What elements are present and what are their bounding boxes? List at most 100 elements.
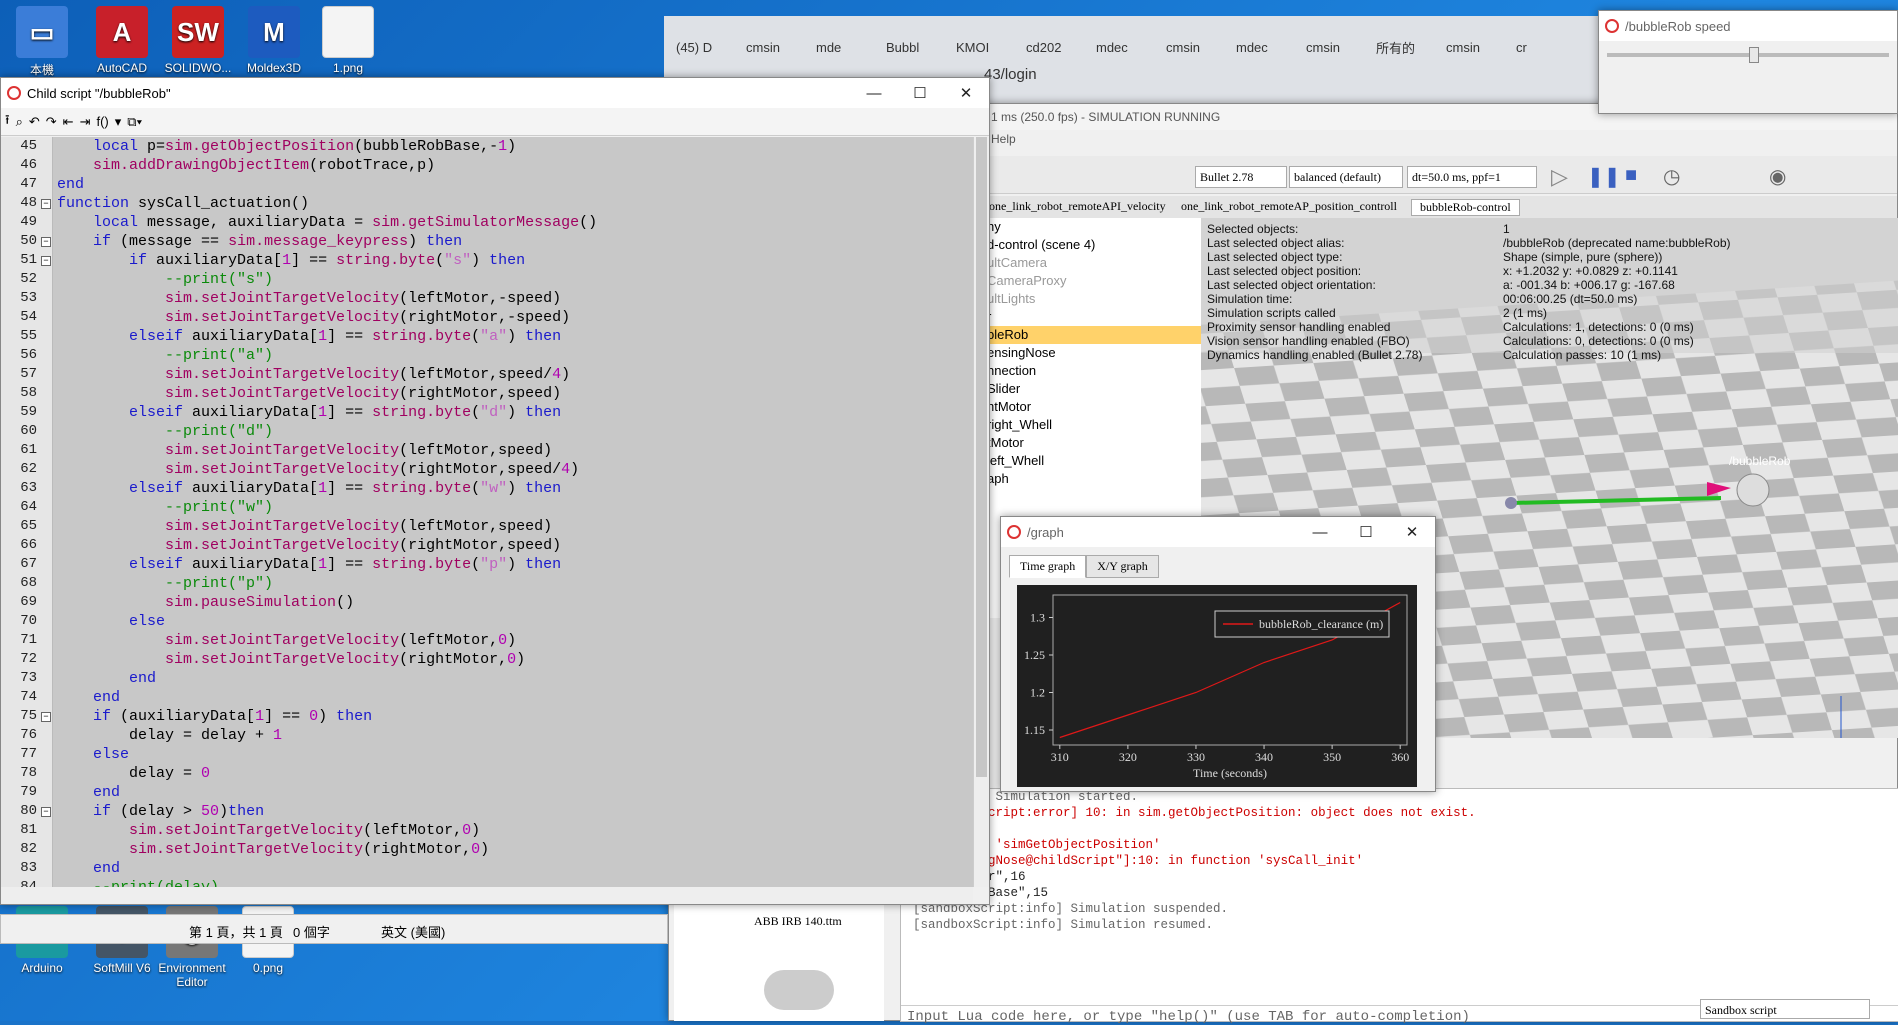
moldex3d-icon[interactable]: M Moldex3D [232, 6, 316, 75]
code-line[interactable]: 79 end [1, 783, 973, 802]
export-icon[interactable]: ⭱ [5, 111, 10, 133]
browser-tab[interactable]: (45) D [676, 30, 712, 64]
hierarchy-item[interactable] [987, 488, 1208, 506]
vertical-scrollbar[interactable] [973, 137, 989, 887]
hierarchy-item[interactable]: ultCamera [987, 254, 1208, 272]
scene-tab-2[interactable]: one_link_robot_remoteAP_position_control… [1181, 199, 1397, 214]
browser-tab[interactable]: KMOI [956, 30, 989, 64]
play-icon[interactable]: ▷ [1551, 164, 1568, 190]
hierarchy-item[interactable]: aph [987, 470, 1208, 488]
code-line[interactable]: 83 end [1, 859, 973, 878]
function-list-button[interactable]: f() [96, 114, 108, 129]
hierarchy-item[interactable]: ensingNose [987, 344, 1208, 362]
code-line[interactable]: 76 delay = delay + 1 [1, 726, 973, 745]
this-pc-icon[interactable]: ▭ 本機 [0, 6, 84, 78]
hierarchy-item[interactable]: tMotor [987, 434, 1208, 452]
model-label[interactable]: ABB IRB 140.ttm [754, 914, 842, 929]
code-line[interactable]: 46 sim.addDrawingObjectItem(robotTrace,p… [1, 156, 973, 175]
hierarchy-item[interactable]: nnection [987, 362, 1208, 380]
browser-tab[interactable]: Bubbl [886, 30, 919, 64]
undo-icon[interactable]: ↶ [29, 114, 40, 130]
browser-tab[interactable]: cmsin [1306, 30, 1340, 64]
code-line[interactable]: 59 elseif auxiliaryData[1] == string.byt… [1, 403, 973, 422]
fold-toggle-icon[interactable]: − [41, 712, 51, 722]
maximize-icon[interactable]: ☐ [1343, 517, 1389, 547]
horizontal-scrollbar[interactable] [1, 887, 973, 904]
browser-tab[interactable]: mde [816, 30, 841, 64]
stop-icon[interactable]: ■ [1625, 164, 1637, 187]
browser-tab[interactable]: mdec [1236, 30, 1268, 64]
browser-tab[interactable]: cmsin [1446, 30, 1480, 64]
solidworks-icon[interactable]: SW SOLIDWO... [156, 6, 240, 75]
code-line[interactable]: 65 sim.setJointTargetVelocity(leftMotor,… [1, 517, 973, 536]
hierarchy-item[interactable]: hy [987, 218, 1208, 236]
code-line[interactable]: 58 sim.setJointTargetVelocity(rightMotor… [1, 384, 973, 403]
code-line[interactable]: 81 sim.setJointTargetVelocity(leftMotor,… [1, 821, 973, 840]
scene-tab-1[interactable]: one_link_robot_remoteAPI_velocity [989, 199, 1166, 214]
code-line[interactable]: 66 sim.setJointTargetVelocity(rightMotor… [1, 536, 973, 555]
code-line[interactable]: 57 sim.setJointTargetVelocity(leftMotor,… [1, 365, 973, 384]
code-line[interactable]: 45 local p=sim.getObjectPosition(bubbleR… [1, 137, 973, 156]
code-line[interactable]: 49 local message, auxiliaryData = sim.ge… [1, 213, 973, 232]
hierarchy-item[interactable]: ultLights [987, 290, 1208, 308]
browser-tab[interactable]: 所有的 [1376, 30, 1415, 64]
engine-select[interactable]: Bullet 2.78 [1195, 166, 1287, 188]
timestep-select[interactable]: dt=50.0 ms, ppf=1 [1407, 166, 1537, 188]
code-line[interactable]: 82 sim.setJointTargetVelocity(rightMotor… [1, 840, 973, 859]
fold-toggle-icon[interactable]: − [41, 237, 51, 247]
tab-time-graph[interactable]: Time graph [1009, 555, 1087, 578]
hierarchy-item[interactable]: CameraProxy [987, 272, 1208, 290]
maximize-icon[interactable]: ☐ [897, 78, 943, 108]
code-area[interactable]: 45 local p=sim.getObjectPosition(bubbleR… [1, 137, 973, 887]
autocad-icon[interactable]: A AutoCAD [80, 6, 164, 75]
code-line[interactable]: 54 sim.setJointTargetVelocity(rightMotor… [1, 308, 973, 327]
indent-icon[interactable]: ⇥ [80, 114, 91, 130]
hierarchy-item[interactable]: d-control (scene 4) [987, 236, 1208, 254]
code-line[interactable]: 77 else [1, 745, 973, 764]
eye-icon[interactable]: ◉ [1769, 164, 1786, 189]
hierarchy-item[interactable]: htMotor [987, 398, 1208, 416]
accuracy-select[interactable]: balanced (default) [1289, 166, 1403, 188]
minimize-icon[interactable]: — [851, 78, 897, 108]
code-line[interactable]: 64 --print("w") [1, 498, 973, 517]
code-line[interactable]: 47 end [1, 175, 973, 194]
scene-tab-3[interactable]: bubbleRob-control [1411, 199, 1520, 216]
pause-icon[interactable]: ❚❚ [1587, 164, 1621, 189]
code-line[interactable]: 70 else [1, 612, 973, 631]
browser-tab[interactable]: cr [1516, 30, 1527, 64]
code-line[interactable]: 73 end [1, 669, 973, 688]
realtime-icon[interactable]: ◷ [1663, 164, 1680, 189]
language-status[interactable]: 英文 (美國) [381, 922, 445, 941]
robot-thumbnail[interactable] [764, 970, 834, 1010]
browser-address[interactable]: 43/login [984, 66, 1037, 83]
code-line[interactable]: 50− if (message == sim.message_keypress)… [1, 232, 973, 251]
redo-icon[interactable]: ↷ [46, 114, 57, 130]
code-line[interactable]: 52 --print("s") [1, 270, 973, 289]
speed-slider-track[interactable] [1607, 53, 1889, 57]
code-line[interactable]: 67 elseif auxiliaryData[1] == string.byt… [1, 555, 973, 574]
code-line[interactable]: 84 --print(delay) [1, 878, 973, 887]
code-line[interactable]: 74 end [1, 688, 973, 707]
code-line[interactable]: 62 sim.setJointTargetVelocity(rightMotor… [1, 460, 973, 479]
code-line[interactable]: 60 --print("d") [1, 422, 973, 441]
code-line[interactable]: 69 sim.pauseSimulation() [1, 593, 973, 612]
code-line[interactable]: 71 sim.setJointTargetVelocity(leftMotor,… [1, 631, 973, 650]
hierarchy-item[interactable]: r [987, 308, 1208, 326]
browser-tab[interactable]: cd202 [1026, 30, 1061, 64]
code-line[interactable]: 55 elseif auxiliaryData[1] == string.byt… [1, 327, 973, 346]
sandbox-select[interactable]: Sandbox script [1700, 999, 1870, 1019]
close-icon[interactable]: ✕ [1389, 517, 1435, 547]
chevron-down-icon[interactable]: ▾ [115, 114, 122, 130]
speed-slider-thumb[interactable] [1749, 47, 1760, 63]
code-line[interactable]: 80− if (delay > 50)then [1, 802, 973, 821]
snippets-icon[interactable]: ⧉▾ [127, 114, 142, 130]
code-line[interactable]: 51− if auxiliaryData[1] == string.byte("… [1, 251, 973, 270]
unindent-icon[interactable]: ⇤ [63, 114, 74, 130]
code-line[interactable]: 78 delay = 0 [1, 764, 973, 783]
minimize-icon[interactable]: — [1297, 517, 1343, 547]
browser-tab[interactable]: mdec [1096, 30, 1128, 64]
hierarchy-item[interactable]: bleRob [987, 326, 1208, 344]
image-file-icon[interactable]: 1.png [306, 6, 390, 75]
hierarchy-item[interactable]: right_Whell [987, 416, 1208, 434]
fold-toggle-icon[interactable]: − [41, 199, 51, 209]
